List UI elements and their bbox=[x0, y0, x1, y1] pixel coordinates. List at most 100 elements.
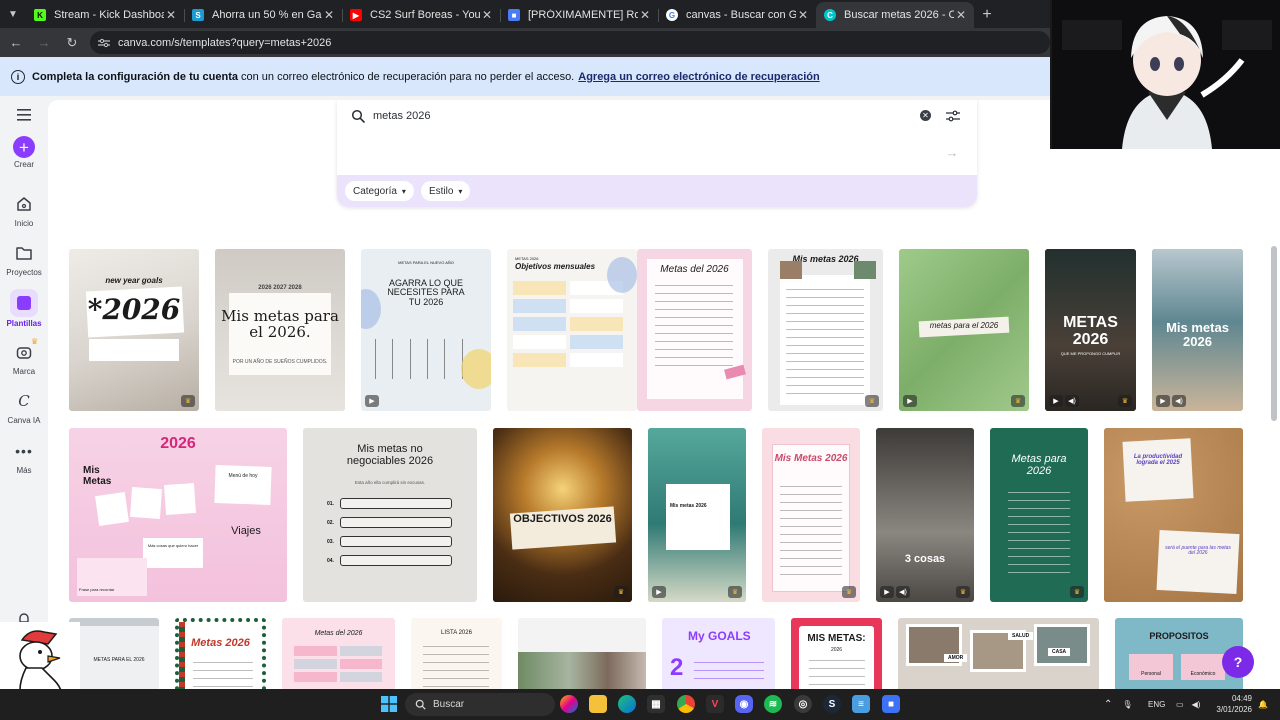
filter-settings-icon[interactable] bbox=[946, 110, 960, 122]
tab-title: Buscar metas 2026 - Canva bbox=[844, 9, 954, 21]
template-card[interactable] bbox=[518, 618, 646, 689]
submit-search-arrow-icon[interactable]: → bbox=[940, 140, 964, 164]
template-kicker: new year goals bbox=[105, 276, 163, 285]
template-card[interactable]: MIS METAS: 2026 bbox=[791, 618, 882, 689]
tab-search-menu-icon[interactable]: ▼ bbox=[0, 0, 26, 28]
valorant-icon[interactable]: V bbox=[706, 695, 724, 713]
template-card[interactable]: Mis metas 2026 ▶ ◀) bbox=[1152, 249, 1243, 411]
template-card[interactable]: La productividad lograda el 2025 será el… bbox=[1104, 428, 1243, 602]
sidebar-item-marca[interactable]: ♛ Marca bbox=[0, 337, 48, 376]
template-title: metas para el 2026 bbox=[929, 321, 999, 330]
template-note: Más cosas que quiero hacer bbox=[147, 543, 199, 548]
template-card[interactable]: My GOALS 2 bbox=[662, 618, 775, 689]
tab-close-icon[interactable]: ✕ bbox=[954, 8, 968, 22]
edge-icon[interactable] bbox=[618, 695, 636, 713]
site-settings-icon[interactable] bbox=[98, 38, 110, 48]
filter-chip-categoria[interactable]: Categoría ▾ bbox=[345, 181, 414, 201]
template-title: MIS METAS: bbox=[807, 633, 866, 644]
add-recovery-email-link[interactable]: Agrega un correo electrónico de recupera… bbox=[578, 71, 819, 83]
template-card[interactable]: SALUD AMOR CASA bbox=[898, 618, 1099, 689]
template-card[interactable]: Mis metas no negociables 2026 Esta año e… bbox=[303, 428, 477, 602]
sidebar-item-plantillas[interactable]: Plantillas bbox=[0, 289, 48, 328]
tab-close-icon[interactable]: ✕ bbox=[164, 8, 178, 22]
steam-icon[interactable]: S bbox=[823, 695, 841, 713]
play-icon: ▶ bbox=[1156, 395, 1170, 407]
canva-app: + Crear Inicio Proyectos Plantillas ♛ Ma… bbox=[0, 96, 1280, 689]
template-card[interactable]: OBJECTIVOS 2026 ♛ bbox=[493, 428, 632, 602]
forward-arrow-icon[interactable]: → bbox=[32, 31, 56, 55]
volume-icon: ◀) bbox=[1172, 395, 1186, 407]
tab-roblox[interactable]: ■ [PRÓXIMAMENTE] Roba un Brainrot ✕ bbox=[500, 2, 658, 28]
template-card[interactable]: Mis metas 2026 ♛ bbox=[768, 249, 883, 411]
search-input[interactable]: metas 2026 bbox=[337, 100, 977, 132]
template-subtitle: será el puente para las metas del 2026 bbox=[1165, 545, 1231, 557]
taskbar-search-box[interactable]: Buscar bbox=[405, 693, 555, 716]
file-explorer-icon[interactable] bbox=[589, 695, 607, 713]
template-card[interactable]: METAS PARA EL 2026 bbox=[69, 618, 159, 689]
template-card[interactable]: LISTA 2026 bbox=[411, 618, 502, 689]
tab-steam[interactable]: S Ahorra un 50 % en Garry's Mod ✕ bbox=[184, 2, 342, 28]
tab-canva[interactable]: C Buscar metas 2026 - Canva ✕ bbox=[816, 2, 974, 28]
microphone-icon[interactable]: 🎙 bbox=[1122, 700, 1132, 709]
back-arrow-icon[interactable]: ← bbox=[4, 31, 28, 55]
roblox-studio-icon[interactable]: ■ bbox=[882, 695, 900, 713]
tab-kick[interactable]: K Stream - Kick Dashboard ✕ bbox=[26, 2, 184, 28]
filter-chip-estilo[interactable]: Estilo ▾ bbox=[420, 181, 471, 201]
tab-close-icon[interactable]: ✕ bbox=[322, 8, 336, 22]
tab-close-icon[interactable]: ✕ bbox=[638, 8, 652, 22]
template-card[interactable]: METAS PARA EL NUEVO AÑO AGARRA LO QUE NE… bbox=[361, 249, 491, 411]
template-title: LISTA 2026 bbox=[441, 630, 472, 636]
page-scrollbar[interactable] bbox=[1271, 246, 1277, 421]
sidebar-item-label: Más bbox=[16, 466, 32, 475]
copilot-icon[interactable] bbox=[560, 695, 578, 713]
sidebar-item-crear[interactable]: + Crear bbox=[0, 136, 48, 169]
windows-start-icon[interactable] bbox=[380, 695, 398, 713]
template-subtitle: Esta año ella cumplirá sin excusas. bbox=[354, 480, 426, 485]
template-title: Metas para 2026 bbox=[1011, 453, 1067, 477]
obs-icon[interactable]: ◎ bbox=[794, 695, 812, 713]
template-card[interactable]: Metas 2026 bbox=[175, 618, 266, 689]
tab-close-icon[interactable]: ✕ bbox=[796, 8, 810, 22]
sidebar-item-proyectos[interactable]: Proyectos bbox=[0, 240, 48, 277]
template-card[interactable]: METAS 2026 Objetivos mensuales bbox=[507, 249, 637, 411]
play-icon: ▶ bbox=[652, 586, 666, 598]
network-volume-battery[interactable]: ▭ ◀) bbox=[1176, 689, 1200, 720]
template-card[interactable]: 2026 2027 2028 Mis metas para el 2026. P… bbox=[215, 249, 345, 411]
template-card[interactable]: metas para el 2026 ▶ ♛ bbox=[899, 249, 1029, 411]
crown-icon: ♛ bbox=[614, 586, 628, 598]
sidebar-item-mas[interactable]: ••• Más bbox=[0, 438, 48, 475]
sidebar-item-canva-ia[interactable]: C Canva IA bbox=[0, 388, 48, 425]
language-indicator[interactable]: ENG bbox=[1148, 689, 1165, 720]
reload-icon[interactable]: ↻ bbox=[60, 31, 84, 55]
tab-close-icon[interactable]: ✕ bbox=[480, 8, 494, 22]
template-card[interactable]: 2026 Mis Metas Menú de hoy Viajes Más co… bbox=[69, 428, 287, 602]
template-card[interactable]: Mis Metas 2026 ♛ bbox=[762, 428, 860, 602]
chevron-up-icon[interactable]: ⌃ bbox=[1104, 699, 1112, 710]
template-card[interactable]: 3 cosas ▶ ◀) ♛ bbox=[876, 428, 974, 602]
canva-icon: C bbox=[824, 9, 836, 21]
template-card[interactable]: Metas del 2026 bbox=[282, 618, 395, 689]
tab-google[interactable]: G canvas - Buscar con Google ✕ bbox=[658, 2, 816, 28]
address-bar[interactable]: canva.com/s/templates?query=metas+2026 bbox=[90, 31, 1050, 54]
kick-icon: K bbox=[34, 9, 46, 21]
template-title: OBJECTIVOS 2026 bbox=[513, 513, 612, 525]
help-button[interactable]: ? bbox=[1222, 646, 1254, 678]
new-tab-button[interactable]: + bbox=[974, 2, 1000, 28]
sidebar-menu-button[interactable] bbox=[0, 102, 48, 128]
discord-icon[interactable]: ◉ bbox=[735, 695, 753, 713]
template-card[interactable]: Metas para 2026 ♛ bbox=[990, 428, 1088, 602]
template-card[interactable]: METAS 2026 QUE ME PROPONGO CUMPLIR ▶ ◀) … bbox=[1045, 249, 1136, 411]
tab-title: CS2 Surf Boreas - YouTube bbox=[370, 9, 480, 21]
clear-search-icon[interactable]: ✕ bbox=[920, 110, 931, 121]
store-icon[interactable]: ▦ bbox=[647, 695, 665, 713]
taskbar-clock[interactable]: 04:49 3/01/2026 bbox=[1206, 693, 1252, 715]
template-card[interactable]: Metas del 2026 bbox=[637, 249, 752, 411]
tab-youtube[interactable]: ▶ CS2 Surf Boreas - YouTube ✕ bbox=[342, 2, 500, 28]
notepad-icon[interactable]: ≡ bbox=[852, 695, 870, 713]
spotify-icon[interactable]: ≋ bbox=[764, 695, 782, 713]
template-card[interactable]: new year goals *2026 ♛ bbox=[69, 249, 199, 411]
notification-bell-icon[interactable]: 🔔 bbox=[1258, 689, 1268, 720]
chrome-icon[interactable] bbox=[677, 695, 695, 713]
template-card[interactable]: Mis metas 2026 ▶ ♛ bbox=[648, 428, 746, 602]
sidebar-item-inicio[interactable]: Inicio bbox=[0, 191, 48, 228]
